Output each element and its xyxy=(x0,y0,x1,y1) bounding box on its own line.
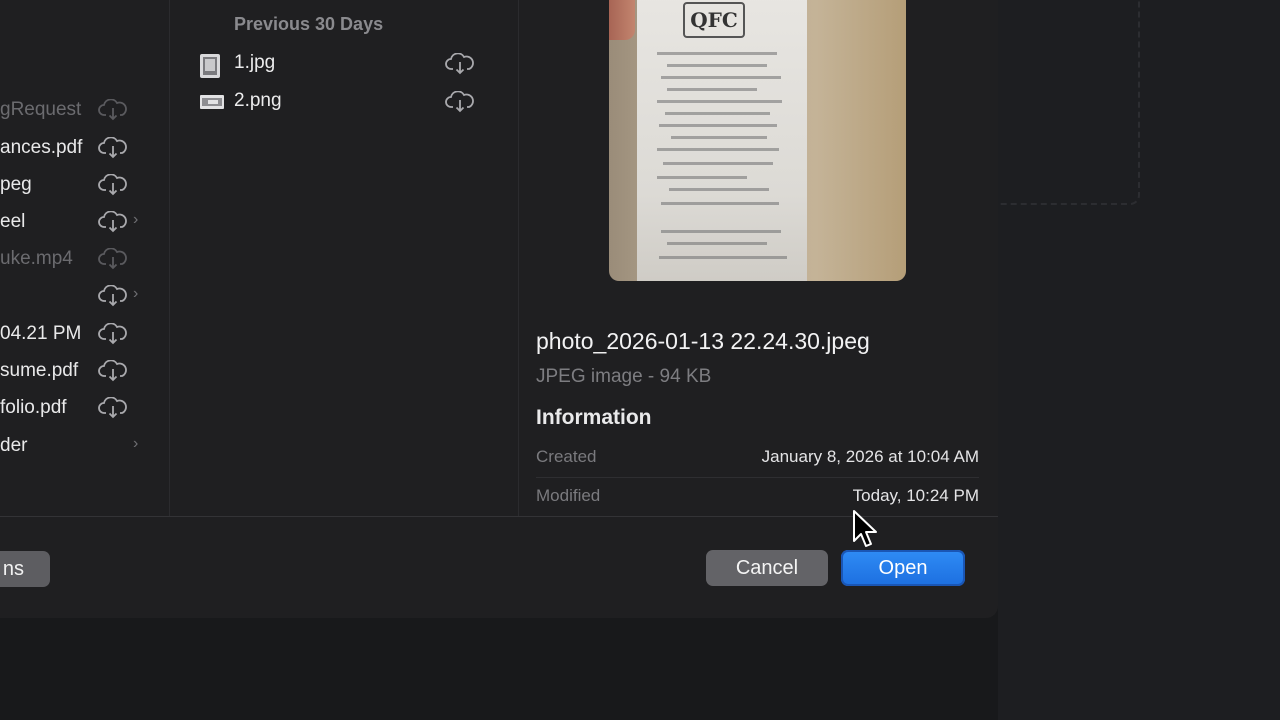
cancel-button[interactable]: Cancel xyxy=(706,550,828,586)
cloud-download-icon[interactable] xyxy=(445,53,475,75)
drop-zone-outline xyxy=(1000,0,1140,205)
left-file-column: gRequest ances.pdf peg eel › uke.mp4 › 0… xyxy=(0,0,170,516)
info-value: Today, 10:24 PM xyxy=(852,486,979,505)
receipt-logo: QFC xyxy=(683,2,745,38)
cloud-download-icon[interactable] xyxy=(98,137,128,159)
preview-image: QFC xyxy=(609,0,906,281)
options-button[interactable]: ns xyxy=(0,551,50,587)
png-file-icon xyxy=(200,95,224,109)
cloud-download-icon[interactable] xyxy=(98,174,128,196)
list-item[interactable]: eel › xyxy=(0,207,160,237)
cloud-download-icon[interactable] xyxy=(98,323,128,345)
list-item[interactable]: gRequest xyxy=(0,95,160,125)
list-item[interactable]: der › xyxy=(0,431,160,461)
info-key: Created xyxy=(536,447,597,466)
list-item-label: eel xyxy=(0,211,26,232)
file-name: 1.jpg xyxy=(234,52,276,73)
jpg-file-icon xyxy=(200,54,220,78)
cloud-download-icon[interactable] xyxy=(98,248,128,270)
cloud-download-icon[interactable] xyxy=(98,99,128,121)
list-item-label: sume.pdf xyxy=(0,360,79,381)
list-item-label: uke.mp4 xyxy=(0,248,73,269)
list-item[interactable]: sume.pdf xyxy=(0,356,160,386)
list-item[interactable]: peg xyxy=(0,170,160,200)
cloud-download-icon[interactable] xyxy=(98,285,128,307)
list-item[interactable]: uke.mp4 xyxy=(0,244,160,274)
open-button[interactable]: Open xyxy=(841,550,965,586)
screen: gRequest ances.pdf peg eel › uke.mp4 › 0… xyxy=(0,0,1280,720)
info-row-modified: Modified Today, 10:24 PM xyxy=(536,482,979,512)
open-file-dialog: gRequest ances.pdf peg eel › uke.mp4 › 0… xyxy=(0,0,998,618)
list-item[interactable]: 04.21 PM xyxy=(0,319,160,349)
list-item[interactable]: ances.pdf xyxy=(0,133,160,163)
cloud-download-icon[interactable] xyxy=(98,211,128,233)
mouse-cursor-icon xyxy=(853,510,877,547)
receipt-image: QFC xyxy=(637,0,807,281)
cloud-download-icon[interactable] xyxy=(98,397,128,419)
thumb-in-photo xyxy=(609,0,635,40)
info-value: January 8, 2026 at 10:04 AM xyxy=(761,447,979,466)
chevron-right-icon: › xyxy=(133,435,139,452)
file-row[interactable]: 1.jpg xyxy=(199,50,489,80)
info-key: Modified xyxy=(536,486,601,505)
info-row-created: Created January 8, 2026 at 10:04 AM xyxy=(536,443,979,473)
chevron-right-icon: › xyxy=(133,211,139,228)
list-item-label: 04.21 PM xyxy=(0,323,82,344)
cloud-download-icon[interactable] xyxy=(445,91,475,113)
section-header: Previous 30 Days xyxy=(234,14,384,34)
information-heading: Information xyxy=(536,406,652,429)
file-row[interactable]: 2.png xyxy=(199,88,489,118)
list-item-label: folio.pdf xyxy=(0,397,67,418)
list-item-label: peg xyxy=(0,174,32,195)
cloud-download-icon[interactable] xyxy=(98,360,128,382)
preview-filename: photo_2026-01-13 22.24.30.jpeg xyxy=(536,328,870,354)
chevron-right-icon: › xyxy=(133,285,139,302)
list-item-label: der xyxy=(0,435,28,456)
list-item[interactable]: › xyxy=(0,281,160,311)
list-item-label: ances.pdf xyxy=(0,137,83,158)
file-name: 2.png xyxy=(234,90,282,111)
preview-kind-size: JPEG image - 94 KB xyxy=(536,366,712,387)
divider xyxy=(536,477,979,478)
list-item-label: gRequest xyxy=(0,99,82,120)
list-item[interactable]: folio.pdf xyxy=(0,393,160,423)
